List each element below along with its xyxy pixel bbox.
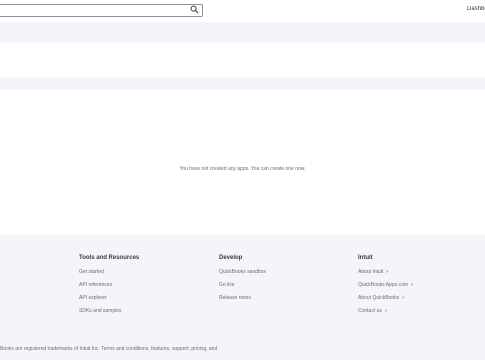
footer-column-tools: Tools and Resources Get started API refe… <box>79 255 139 321</box>
footer-link-apps-com[interactable]: QuickBooks Apps.com ↗ <box>358 282 413 295</box>
footer-link-sdks[interactable]: SDKs and samples <box>79 308 139 321</box>
footer-column-intuit: Intuit About Intuit ↗ QuickBooks Apps.com… <box>358 255 413 321</box>
dashboard-link[interactable]: Dashbo <box>467 6 485 12</box>
search-input[interactable] <box>0 4 203 17</box>
footer-heading: Tools and Resources <box>79 255 140 261</box>
external-link-icon: ↗ <box>410 282 414 287</box>
footer-link-release-notes[interactable]: Release notes <box>219 295 266 308</box>
footer-heading: Develop <box>219 255 243 261</box>
footer-link-about-quickbooks[interactable]: About QuickBooks ↗ <box>358 295 413 308</box>
external-link-icon: ↗ <box>401 295 405 300</box>
footer-link-go-live[interactable]: Go live <box>219 282 266 295</box>
footer-link-get-started[interactable]: Get started <box>79 269 139 282</box>
external-link-icon: ↗ <box>385 269 389 274</box>
legal-text: Books are registered trademarks of Intui… <box>0 346 218 352</box>
footer-link-contact[interactable]: Contact us ↗ <box>358 308 413 321</box>
footer: Tools and Resources Get started API refe… <box>0 235 485 360</box>
section-divider <box>0 77 485 90</box>
external-link-icon: ↗ <box>383 308 388 313</box>
search-icon[interactable] <box>190 5 199 14</box>
empty-state-message: You have not created any apps. You can c… <box>179 166 306 172</box>
top-bar: Dashbo <box>0 0 485 22</box>
nav-band <box>0 22 485 43</box>
footer-link-about-intuit[interactable]: About Intuit ↗ <box>358 269 413 282</box>
toolbar-band <box>0 43 485 77</box>
footer-link-api-references[interactable]: API references <box>79 282 139 295</box>
apps-panel: You have not created any apps. You can c… <box>0 90 485 235</box>
footer-link-api-explorer[interactable]: API explorer <box>79 295 139 308</box>
footer-heading: Intuit <box>358 255 373 261</box>
footer-column-develop: Develop QuickBooks sandbox Go live Relea… <box>219 255 266 308</box>
footer-link-sandbox[interactable]: QuickBooks sandbox <box>219 269 266 282</box>
